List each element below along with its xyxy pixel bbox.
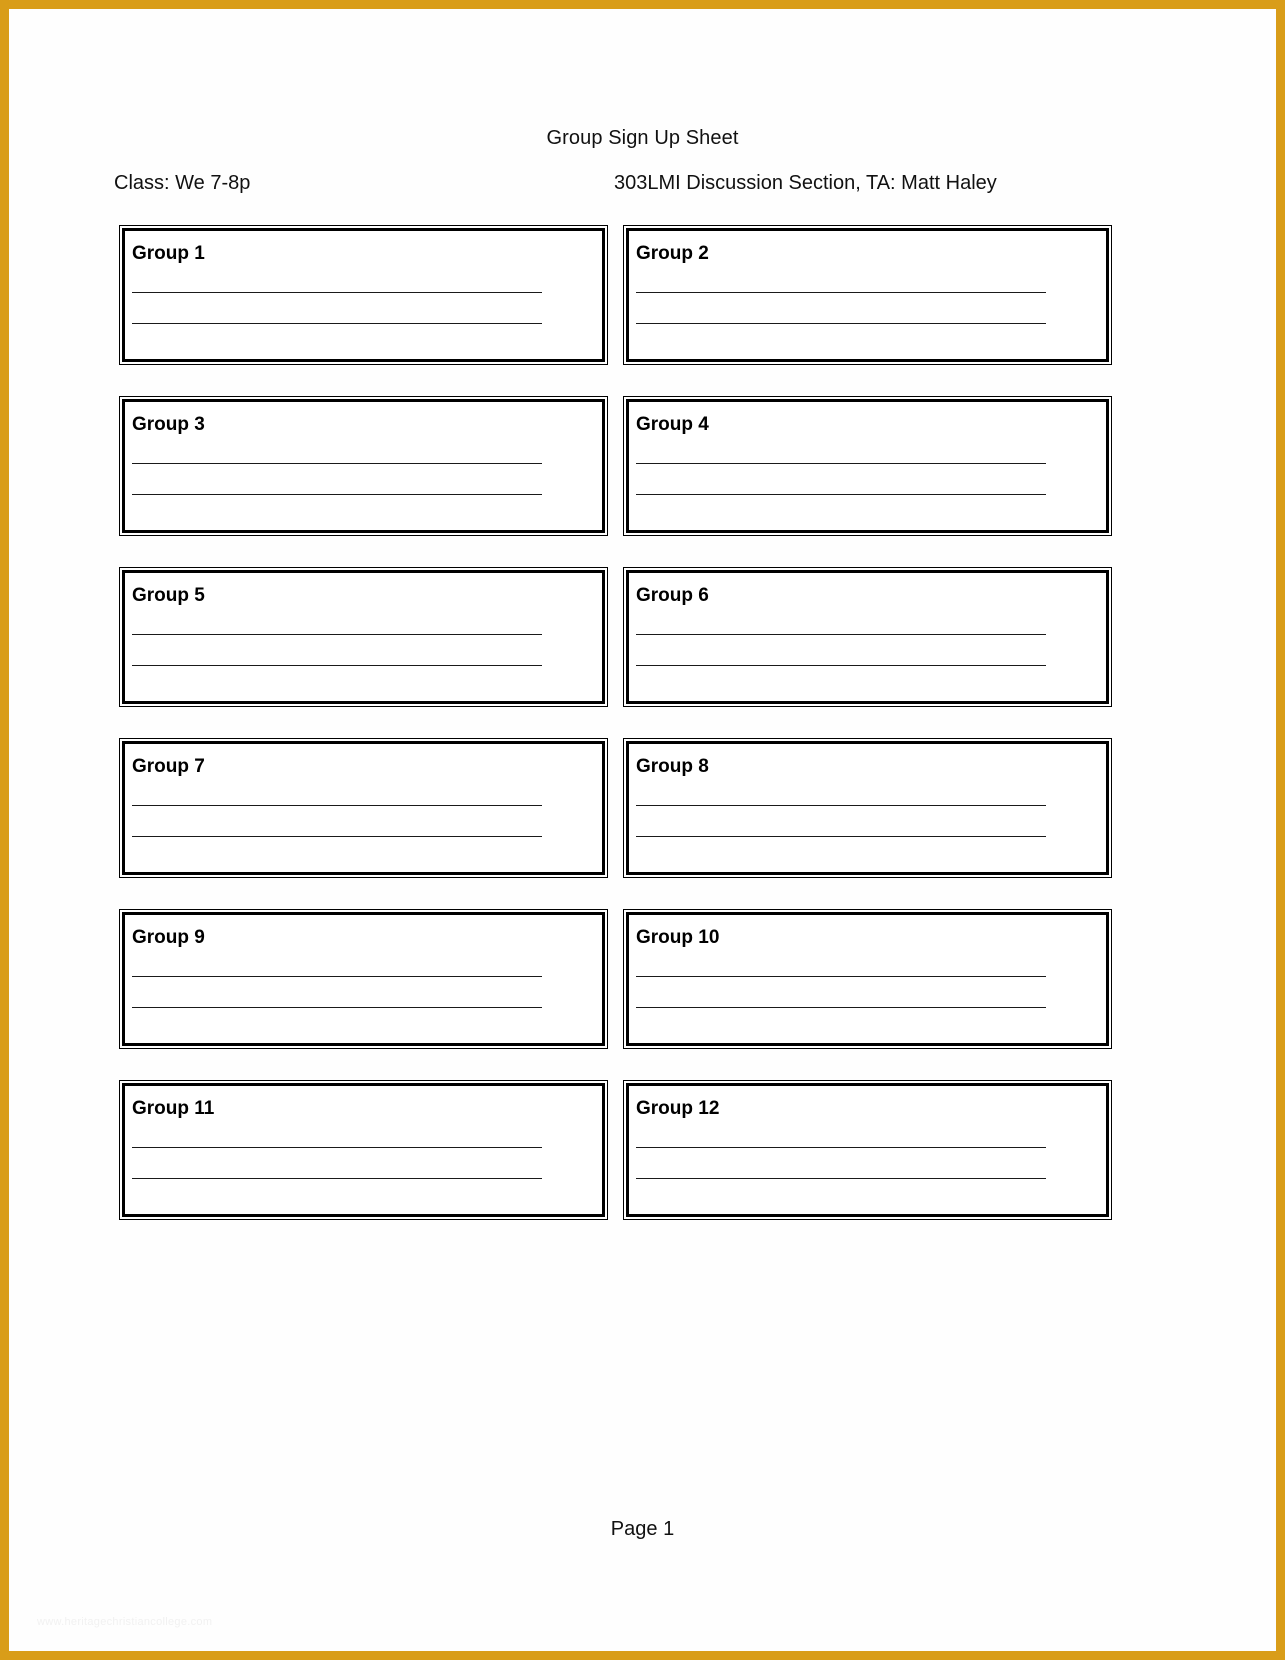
section-ta-label: 303LMI Discussion Section, TA: Matt Hale… [614,172,997,194]
group-box-inner: Group 1 [122,228,605,362]
group-row: Group 1 Group 2 [119,225,1174,396]
group-label: Group 9 [132,927,205,948]
signup-line-1[interactable] [132,292,542,293]
group-label: Group 7 [132,756,205,777]
group-box-1[interactable]: Group 1 [119,225,608,365]
page-number: Page 1 [610,1518,675,1540]
signup-line-2[interactable] [132,1007,542,1008]
class-label: Class: We 7-8p [114,172,251,194]
group-box-2[interactable]: Group 2 [623,225,1112,365]
group-box-11[interactable]: Group 11 [119,1080,608,1220]
group-box-inner: Group 6 [626,570,1109,704]
group-row: Group 5 Group 6 [119,567,1174,738]
group-row: Group 3 Group 4 [119,396,1174,567]
sheet-canvas: Group Sign Up Sheet Class: We 7-8p 303LM… [9,9,1276,1651]
group-box-10[interactable]: Group 10 [623,909,1112,1049]
group-label: Group 6 [636,585,709,606]
signup-line-2[interactable] [636,1178,1046,1179]
group-grid: Group 1 Group 2 Group 3 Group 4 Group 5 … [119,225,1174,1297]
group-label: Group 10 [636,927,720,948]
group-box-9[interactable]: Group 9 [119,909,608,1049]
group-box-8[interactable]: Group 8 [623,738,1112,878]
group-label: Group 1 [132,243,205,264]
group-box-inner: Group 9 [122,912,605,1046]
watermark: www.heritagechristiancollege.com [37,1616,213,1628]
group-box-inner: Group 4 [626,399,1109,533]
group-box-inner: Group 7 [122,741,605,875]
group-box-12[interactable]: Group 12 [623,1080,1112,1220]
signup-line-1[interactable] [636,463,1046,464]
group-row: Group 7 Group 8 [119,738,1174,909]
group-label: Group 3 [132,414,205,435]
group-box-inner: Group 12 [626,1083,1109,1217]
signup-line-1[interactable] [636,976,1046,977]
group-box-inner: Group 11 [122,1083,605,1217]
group-box-inner: Group 2 [626,228,1109,362]
printable-page: Group Sign Up Sheet Class: We 7-8p 303LM… [0,0,1285,1660]
signup-line-1[interactable] [636,634,1046,635]
signup-line-2[interactable] [132,836,542,837]
signup-line-1[interactable] [132,1147,542,1148]
group-label: Group 5 [132,585,205,606]
group-box-inner: Group 10 [626,912,1109,1046]
signup-line-1[interactable] [636,805,1046,806]
group-box-4[interactable]: Group 4 [623,396,1112,536]
group-label: Group 12 [636,1098,720,1119]
group-box-7[interactable]: Group 7 [119,738,608,878]
group-box-3[interactable]: Group 3 [119,396,608,536]
signup-line-2[interactable] [132,323,542,324]
group-row: Group 9 Group 10 [119,909,1174,1080]
signup-line-1[interactable] [132,805,542,806]
signup-line-1[interactable] [132,976,542,977]
group-box-inner: Group 3 [122,399,605,533]
meta-row: Class: We 7-8p 303LMI Discussion Section… [114,170,1124,196]
signup-line-1[interactable] [132,463,542,464]
group-row: Group 11 Group 12 [119,1080,1174,1251]
signup-line-1[interactable] [636,292,1046,293]
page-title: Group Sign Up Sheet [546,127,739,149]
group-label: Group 4 [636,414,709,435]
signup-line-1[interactable] [636,1147,1046,1148]
signup-line-2[interactable] [636,494,1046,495]
signup-line-2[interactable] [636,836,1046,837]
signup-line-2[interactable] [636,323,1046,324]
group-label: Group 11 [132,1098,215,1119]
signup-line-2[interactable] [132,1178,542,1179]
signup-line-2[interactable] [636,665,1046,666]
signup-line-2[interactable] [132,665,542,666]
signup-line-2[interactable] [132,494,542,495]
group-label: Group 2 [636,243,709,264]
group-box-inner: Group 8 [626,741,1109,875]
group-label: Group 8 [636,756,709,777]
signup-line-2[interactable] [636,1007,1046,1008]
group-box-inner: Group 5 [122,570,605,704]
group-box-6[interactable]: Group 6 [623,567,1112,707]
signup-line-1[interactable] [132,634,542,635]
group-box-5[interactable]: Group 5 [119,567,608,707]
